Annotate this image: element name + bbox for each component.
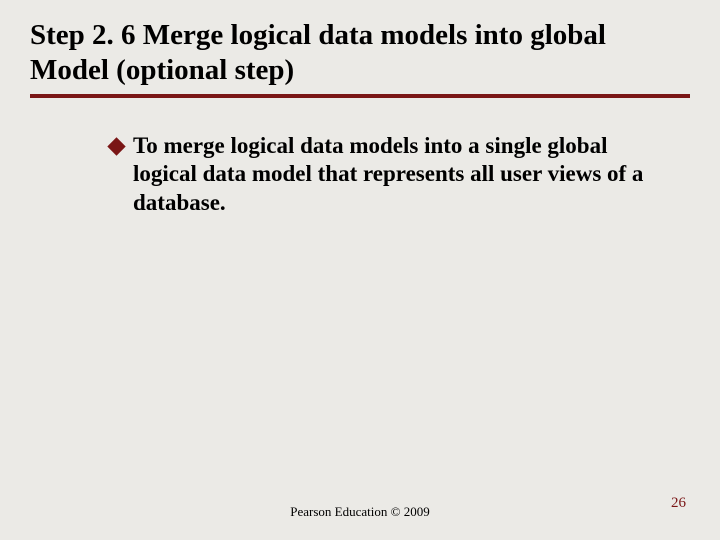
diamond-bullet-icon <box>107 137 125 155</box>
footer-copyright: Pearson Education © 2009 <box>0 504 720 520</box>
page-number: 26 <box>671 495 686 512</box>
slide: Step 2. 6 Merge logical data models into… <box>0 0 720 540</box>
bullet-item: To merge logical data models into a sing… <box>110 132 660 218</box>
bullet-text: To merge logical data models into a sing… <box>133 132 660 218</box>
title-block: Step 2. 6 Merge logical data models into… <box>0 0 720 88</box>
body-block: To merge logical data models into a sing… <box>0 98 720 218</box>
slide-title: Step 2. 6 Merge logical data models into… <box>30 18 690 88</box>
